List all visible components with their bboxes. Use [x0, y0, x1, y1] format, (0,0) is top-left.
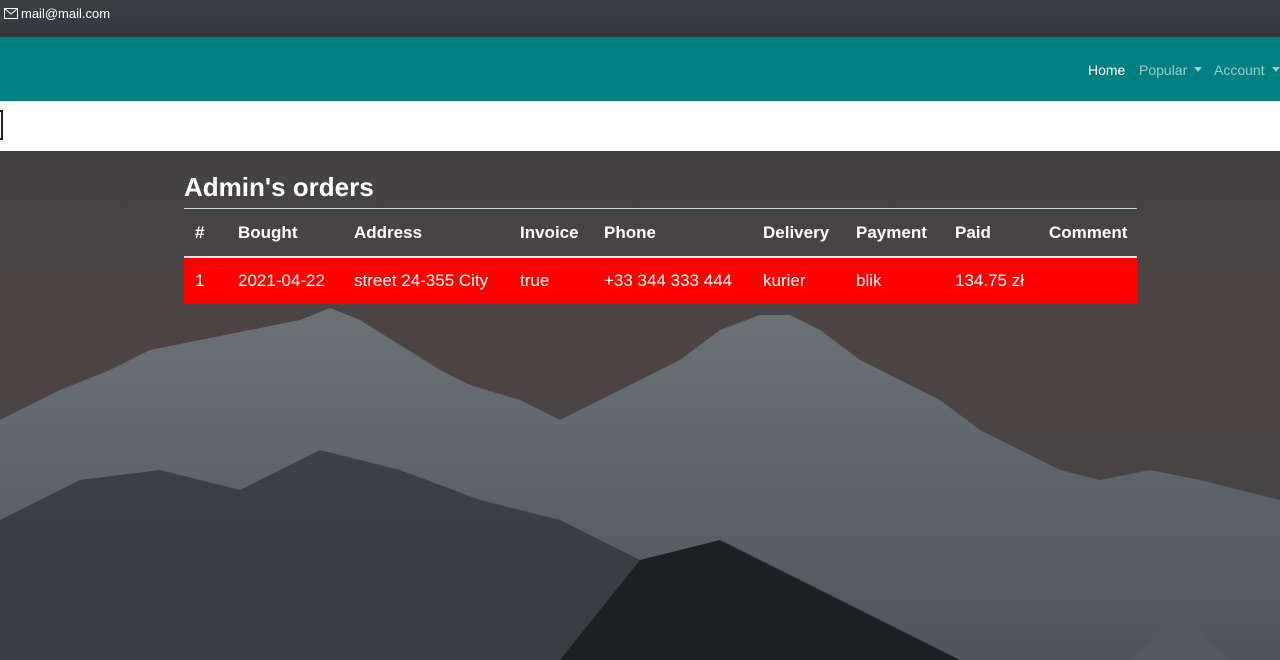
chevron-down-icon — [1271, 67, 1280, 72]
column-header-invoice: Invoice — [509, 208, 593, 258]
cell-comment — [1038, 257, 1137, 304]
page-title: Admin's orders — [184, 172, 374, 202]
chevron-down-icon — [1194, 67, 1203, 72]
nav-popular-dropdown[interactable]: Popular — [1139, 62, 1203, 78]
top-info-bar: mail@mail.com — [0, 0, 1280, 37]
nav-account-label: Account — [1214, 62, 1265, 78]
table-row[interactable]: 1 2021-04-22 street 24-355 City true +33… — [184, 257, 1137, 304]
column-header-bought: Bought — [227, 208, 343, 258]
column-header-delivery: Delivery — [752, 208, 845, 258]
cell-number: 1 — [184, 257, 227, 304]
cell-delivery: kurier — [752, 257, 845, 304]
mail-icon — [4, 8, 18, 19]
cell-address: street 24-355 City — [343, 257, 509, 304]
cell-bought: 2021-04-22 — [227, 257, 343, 304]
column-header-phone: Phone — [593, 208, 752, 258]
search-input[interactable] — [0, 110, 3, 140]
cell-phone: +33 344 333 444 — [593, 257, 752, 304]
nav-popular-label: Popular — [1139, 62, 1188, 78]
search-bar — [0, 101, 1280, 151]
nav-home-link[interactable]: Home — [1088, 62, 1125, 78]
cell-paid: 134.75 zł — [944, 257, 1038, 304]
orders-section: Admin's orders # Bought Address Invoice … — [184, 168, 1137, 304]
nav-account-dropdown[interactable]: Account — [1214, 62, 1280, 78]
column-header-number: # — [184, 208, 227, 258]
cell-payment: blik — [845, 257, 944, 304]
cell-invoice: true — [509, 257, 593, 304]
column-header-payment: Payment — [845, 208, 944, 258]
column-header-paid: Paid — [944, 208, 1038, 258]
table-header-row: # Bought Address Invoice Phone Delivery … — [184, 208, 1137, 258]
column-header-comment: Comment — [1038, 208, 1137, 258]
main-navbar: Home Popular Account — [0, 37, 1280, 101]
orders-table: # Bought Address Invoice Phone Delivery … — [184, 208, 1137, 304]
user-email: mail@mail.com — [21, 6, 111, 21]
column-header-address: Address — [343, 208, 509, 258]
